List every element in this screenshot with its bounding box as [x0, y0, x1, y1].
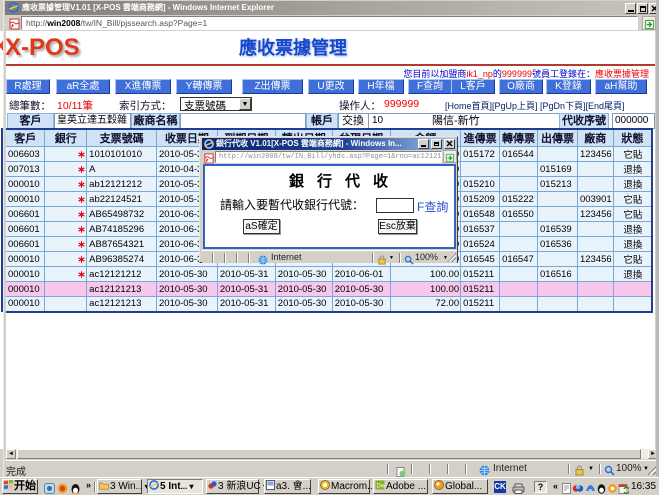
svg-text:Dw: Dw — [377, 484, 386, 490]
